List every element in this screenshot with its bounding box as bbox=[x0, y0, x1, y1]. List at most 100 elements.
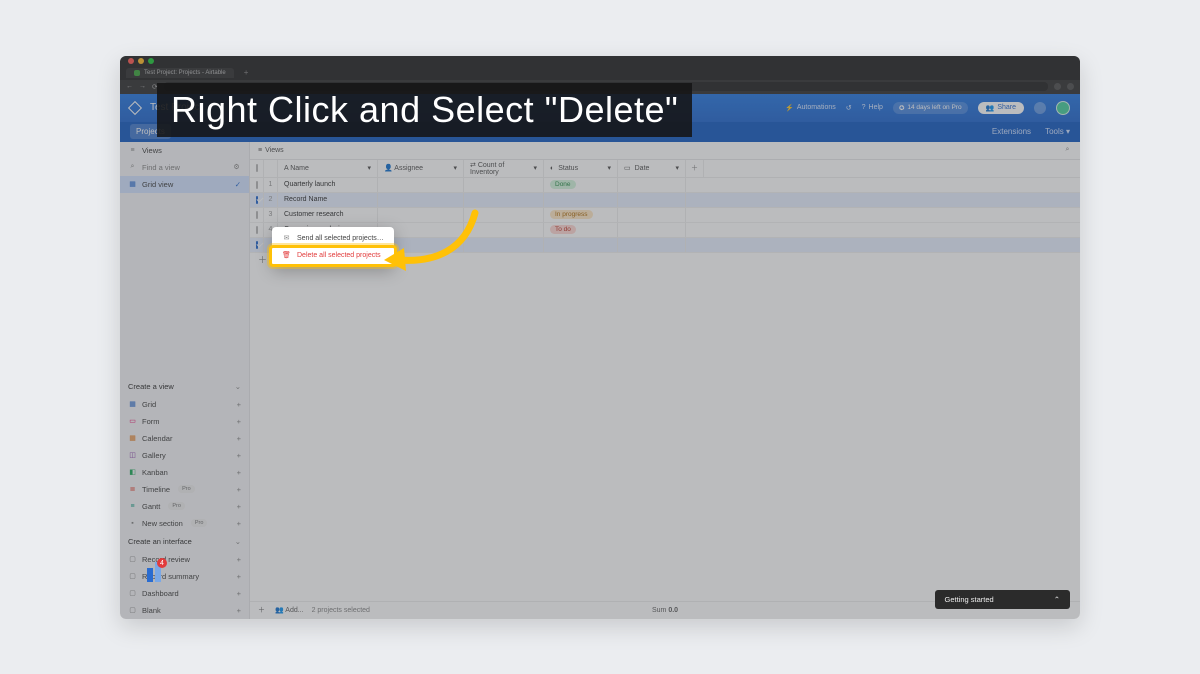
chevron-down-icon: ▾ bbox=[453, 164, 457, 172]
create-interface-dashboard[interactable]: ▢Dashboard+ bbox=[120, 585, 249, 602]
add-record-button[interactable]: ＋ bbox=[258, 605, 265, 615]
back-icon[interactable]: ← bbox=[126, 83, 133, 90]
col-count-inventory[interactable]: ⇄ Count of Inventory▾ bbox=[464, 160, 544, 177]
create-view-gallery[interactable]: ◫Gallery+ bbox=[120, 447, 249, 464]
cell-count[interactable] bbox=[464, 238, 544, 252]
main-area: ≡ Views ⌕ Find a view ⚙ ▦ Grid view ✓ Cr… bbox=[120, 142, 1080, 619]
getting-started-panel[interactable]: Getting started ⌃ bbox=[935, 590, 1071, 609]
create-view-timeline[interactable]: ≣TimelinePro+ bbox=[120, 481, 249, 498]
automations-link[interactable]: ⚡ Automations bbox=[785, 104, 836, 112]
status-badge: In progress bbox=[550, 210, 593, 219]
send-icon: ✉ bbox=[282, 234, 291, 243]
interface-icon: ▢ bbox=[128, 555, 137, 564]
create-interface-record-review[interactable]: ▢Record review+ bbox=[120, 551, 249, 568]
history-icon[interactable]: ↺ bbox=[846, 104, 852, 112]
close-window-icon[interactable] bbox=[128, 58, 134, 64]
plus-icon: + bbox=[237, 417, 241, 426]
gear-icon[interactable]: ⚙ bbox=[232, 163, 241, 172]
notifications-icon[interactable] bbox=[1034, 102, 1046, 114]
interface-icon: ▢ bbox=[128, 589, 137, 598]
cell-name[interactable]: Record Name bbox=[278, 193, 378, 207]
minimize-window-icon[interactable] bbox=[138, 58, 144, 64]
create-view-form[interactable]: ▭Form+ bbox=[120, 413, 249, 430]
interface-icon: ▢ bbox=[128, 572, 137, 581]
add-menu[interactable]: 👥 Add... bbox=[275, 606, 304, 614]
cell-date[interactable] bbox=[618, 223, 686, 237]
cell-status[interactable]: Done bbox=[544, 178, 618, 192]
cell-status[interactable]: In progress bbox=[544, 208, 618, 222]
create-interface-blank[interactable]: ▢Blank+ bbox=[120, 602, 249, 619]
col-date[interactable]: ▭ Date ▾ bbox=[618, 160, 686, 177]
row-checkbox[interactable] bbox=[250, 178, 264, 192]
menu-send-selected[interactable]: ✉ Send all selected projects… bbox=[272, 230, 394, 247]
sidebar-item-grid-view[interactable]: ▦ Grid view ✓ bbox=[120, 176, 249, 193]
maximize-window-icon[interactable] bbox=[148, 58, 154, 64]
cell-assignee[interactable] bbox=[378, 178, 464, 192]
col-name[interactable]: A Name▾ bbox=[278, 160, 378, 177]
create-view-kanban[interactable]: ◧Kanban+ bbox=[120, 464, 249, 481]
help-link[interactable]: ? Help bbox=[862, 104, 883, 111]
add-field-button[interactable]: ＋ bbox=[686, 160, 704, 177]
avatar[interactable] bbox=[1056, 101, 1070, 115]
table-row[interactable]: 3Customer researchIn progress bbox=[250, 208, 1080, 223]
share-button[interactable]: 👥 Share bbox=[978, 102, 1024, 114]
create-view-gantt[interactable]: ≡GanttPro+ bbox=[120, 498, 249, 515]
cell-status[interactable]: To do bbox=[544, 223, 618, 237]
gallery-icon: ◫ bbox=[128, 451, 137, 460]
create-view-grid[interactable]: ▦Grid+ bbox=[120, 396, 249, 413]
extensions-link[interactable]: Extensions bbox=[992, 127, 1031, 136]
table-row[interactable]: 1Quarterly launchDone bbox=[250, 178, 1080, 193]
col-assignee[interactable]: 👤 Assignee▾ bbox=[378, 160, 464, 177]
create-view-header[interactable]: Create a view ⌄ bbox=[120, 377, 249, 396]
create-view-new-section[interactable]: ▪New sectionPro+ bbox=[120, 515, 249, 532]
create-interface-record-summary[interactable]: ▢Record summary+ bbox=[120, 568, 249, 585]
cell-date[interactable] bbox=[618, 178, 686, 192]
row-checkbox[interactable] bbox=[250, 223, 264, 237]
plus-icon: + bbox=[237, 606, 241, 615]
row-number-col bbox=[264, 160, 278, 177]
grid-icon: ▦ bbox=[128, 180, 137, 189]
extension-icon[interactable] bbox=[1054, 83, 1061, 90]
base-logo-icon[interactable] bbox=[128, 100, 142, 114]
mac-traffic-lights bbox=[120, 56, 1080, 66]
watermark-logo: 4 bbox=[145, 560, 165, 584]
cell-date[interactable] bbox=[618, 193, 686, 207]
browser-tab[interactable]: Test Project: Projects - Airtable bbox=[126, 68, 234, 78]
kanban-icon: ◧ bbox=[128, 468, 137, 477]
cell-name[interactable]: Customer research bbox=[278, 208, 378, 222]
cell-status[interactable] bbox=[544, 238, 618, 252]
cell-count[interactable] bbox=[464, 193, 544, 207]
form-icon: ▭ bbox=[128, 417, 137, 426]
cell-count[interactable] bbox=[464, 208, 544, 222]
profile-icon[interactable] bbox=[1067, 83, 1074, 90]
summary-sum[interactable]: Sum 0.0 bbox=[652, 607, 678, 614]
cell-count[interactable] bbox=[464, 178, 544, 192]
check-icon: ✓ bbox=[235, 180, 241, 189]
create-interface-header[interactable]: Create an interface ⌄ bbox=[120, 532, 249, 551]
cell-name[interactable]: Quarterly launch bbox=[278, 178, 378, 192]
cell-count[interactable] bbox=[464, 223, 544, 237]
search-icon[interactable]: ⌕ bbox=[1063, 146, 1072, 155]
cell-status[interactable] bbox=[544, 193, 618, 207]
row-checkbox[interactable] bbox=[250, 238, 264, 252]
table-row[interactable]: 2Record Name bbox=[250, 193, 1080, 208]
menu-delete-selected[interactable]: 🗑 Delete all selected projects bbox=[272, 247, 394, 264]
create-view-calendar[interactable]: ▦Calendar+ bbox=[120, 430, 249, 447]
row-checkbox[interactable] bbox=[250, 208, 264, 222]
forward-icon[interactable]: → bbox=[139, 83, 146, 90]
cell-date[interactable] bbox=[618, 238, 686, 252]
select-all-checkbox[interactable] bbox=[250, 160, 264, 177]
find-view-search[interactable]: ⌕ Find a view ⚙ bbox=[120, 159, 249, 176]
cell-assignee[interactable] bbox=[378, 208, 464, 222]
views-toggle[interactable]: ≡ Views bbox=[258, 147, 284, 154]
new-tab-button[interactable]: + bbox=[240, 68, 253, 77]
cell-assignee[interactable] bbox=[378, 193, 464, 207]
cell-date[interactable] bbox=[618, 208, 686, 222]
views-header[interactable]: ≡ Views bbox=[120, 142, 249, 159]
row-checkbox[interactable] bbox=[250, 193, 264, 207]
trial-chip[interactable]: ✪ 14 days left on Pro bbox=[893, 102, 968, 114]
col-status[interactable]: ◐ Status ▾ bbox=[544, 160, 618, 177]
chevron-down-icon: ▾ bbox=[607, 164, 611, 172]
tools-link[interactable]: Tools ▾ bbox=[1045, 127, 1070, 136]
timeline-icon: ≣ bbox=[128, 485, 137, 494]
